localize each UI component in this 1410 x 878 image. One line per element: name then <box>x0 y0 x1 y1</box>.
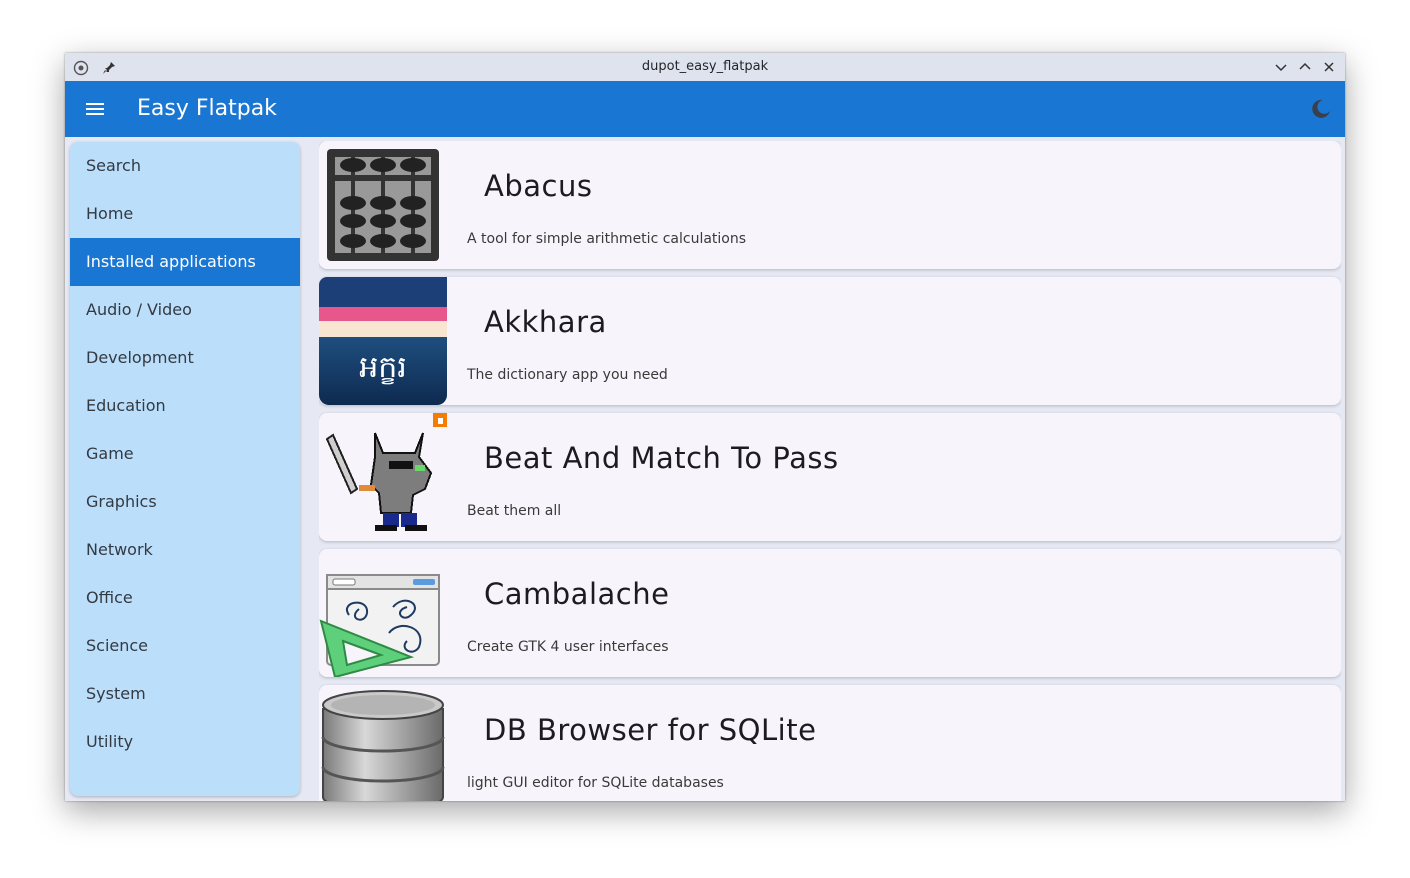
sidebar-item-game[interactable]: Game <box>70 430 300 478</box>
window-title: dupot_easy_flatpak <box>641 59 769 74</box>
app-description: The dictionary app you need <box>467 367 668 383</box>
sidebar-item-graphics[interactable]: Graphics <box>70 478 300 526</box>
minimize-button[interactable] <box>1271 57 1291 77</box>
sidebar-item-science[interactable]: Science <box>70 622 300 670</box>
sidebar-item-search[interactable]: Search <box>70 142 300 190</box>
cambalache-icon <box>319 549 447 677</box>
dark-mode-toggle-icon[interactable] <box>1305 93 1337 125</box>
hamburger-menu-icon[interactable] <box>79 93 111 125</box>
sidebar-item-development[interactable]: Development <box>70 334 300 382</box>
app-name: Cambalache <box>484 577 670 611</box>
akkhara-icon: អក្ខរ <box>319 277 447 405</box>
app-card-cambalache[interactable]: Cambalache Create GTK 4 user interfaces <box>319 549 1341 677</box>
title-bar: dupot_easy_flatpak <box>65 53 1345 82</box>
app-card-db-browser-for-sqlite[interactable]: DB Browser for SQLite light GUI editor f… <box>319 685 1341 801</box>
app-bar: Easy Flatpak <box>65 81 1345 137</box>
app-description: A tool for simple arithmetic calculation… <box>467 231 747 247</box>
sidebar-item-home[interactable]: Home <box>70 190 300 238</box>
sidebar-item-office[interactable]: Office <box>70 574 300 622</box>
app-name: Akkhara <box>484 305 607 339</box>
app-name: Beat And Match To Pass <box>484 441 839 475</box>
app-name: Abacus <box>484 169 593 203</box>
app-description: light GUI editor for SQLite databases <box>467 775 724 791</box>
app-window: dupot_easy_flatpak Easy Flatpak Search H… <box>65 53 1345 801</box>
pixel-cat-warrior-icon <box>319 413 447 541</box>
sidebar-item-utility[interactable]: Utility <box>70 718 300 766</box>
sidebar-item-system[interactable]: System <box>70 670 300 718</box>
app-title: Easy Flatpak <box>137 96 277 121</box>
akkhara-icon-glyph: អក្ខរ <box>359 350 407 385</box>
sidebar-item-installed-applications[interactable]: Installed applications <box>70 238 300 286</box>
sidebar-item-education[interactable]: Education <box>70 382 300 430</box>
app-description: Create GTK 4 user interfaces <box>467 639 669 655</box>
app-card-abacus[interactable]: Abacus A tool for simple arithmetic calc… <box>319 141 1341 269</box>
close-button[interactable] <box>1319 57 1339 77</box>
app-name: DB Browser for SQLite <box>484 713 817 747</box>
abacus-icon <box>323 145 443 265</box>
sidebar-item-audio-video[interactable]: Audio / Video <box>70 286 300 334</box>
app-description: Beat them all <box>467 503 562 519</box>
app-card-beat-and-match-to-pass[interactable]: Beat And Match To Pass Beat them all <box>319 413 1341 541</box>
category-sidebar: Search Home Installed applications Audio… <box>70 142 300 796</box>
sidebar-item-network[interactable]: Network <box>70 526 300 574</box>
maximize-button[interactable] <box>1295 57 1315 77</box>
application-list: Abacus A tool for simple arithmetic calc… <box>319 141 1341 801</box>
database-icon <box>319 685 447 801</box>
app-card-akkhara[interactable]: អក្ខរ Akkhara The dictionary app you nee… <box>319 277 1341 405</box>
